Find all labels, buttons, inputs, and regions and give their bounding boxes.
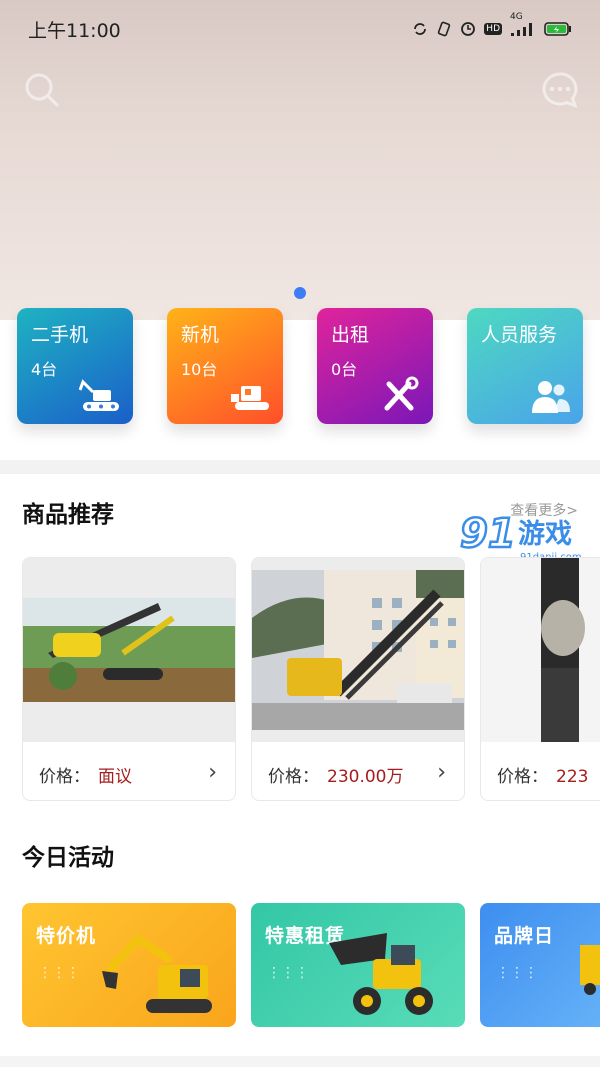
alarm-icon xyxy=(460,21,476,37)
activity-card-brand-day[interactable]: 品牌日 ⋮⋮⋮ xyxy=(480,903,600,1027)
category-title: 人员服务 xyxy=(481,324,558,346)
product-image xyxy=(481,558,600,742)
bottom-divider xyxy=(0,1056,600,1067)
loader-image xyxy=(329,933,433,1015)
product-price: 价格： 面议 xyxy=(39,762,132,787)
category-row: 二手机 4台 新机 10台 出租 0台 人员服务 xyxy=(0,308,600,458)
banner-indicator-dot[interactable] xyxy=(294,287,306,299)
rotate-icon xyxy=(436,21,452,37)
dots-grid-icon: ⋮⋮⋮ xyxy=(496,965,538,981)
hd-icon: HD xyxy=(484,23,502,35)
product-image xyxy=(23,558,235,742)
product-price: 价格： 223 xyxy=(497,762,588,787)
network-type: 4G xyxy=(510,12,523,22)
activities-section-title: 今日活动 xyxy=(22,845,114,871)
section-divider xyxy=(0,460,600,474)
product-price: 价格： 230.00万 xyxy=(268,762,403,787)
category-count: 0台 xyxy=(331,360,358,379)
price-value: 面议 xyxy=(98,767,132,787)
activity-card-special-price[interactable]: 特价机 ⋮⋮⋮ xyxy=(22,903,236,1027)
status-bar: 上午11:00 HD 4G xyxy=(28,12,572,42)
chevron-right-icon[interactable]: › xyxy=(437,760,446,785)
category-staff-services[interactable]: 人员服务 xyxy=(467,308,583,424)
category-title: 新机 xyxy=(181,324,220,346)
machine-image xyxy=(580,945,600,995)
activity-card-rental-deals[interactable]: 特惠租赁 ⋮⋮⋮ xyxy=(251,903,465,1027)
dots-grid-icon: ⋮⋮⋮ xyxy=(267,965,309,981)
product-card[interactable]: 价格： 223 xyxy=(480,557,600,801)
activity-label: 特价机 xyxy=(36,925,97,947)
dots-grid-icon: ⋮⋮⋮ xyxy=(38,965,80,981)
products-section-title: 商品推荐 xyxy=(22,502,114,528)
price-label: 价格： xyxy=(39,767,90,787)
excavator-icon xyxy=(78,376,123,414)
svg-text:游戏: 游戏 xyxy=(518,519,572,550)
message-icon[interactable] xyxy=(540,70,580,110)
category-new-machines[interactable]: 新机 10台 xyxy=(167,308,283,424)
category-used-machines[interactable]: 二手机 4台 xyxy=(17,308,133,424)
product-card[interactable]: 价格： 面议 › xyxy=(22,557,236,801)
top-banner[interactable] xyxy=(0,0,600,320)
price-value: 230.00万 xyxy=(327,767,404,787)
status-time: 上午11:00 xyxy=(28,19,121,42)
category-count: 10台 xyxy=(181,360,218,379)
signal-icon: 4G xyxy=(510,12,536,36)
excavator-image xyxy=(102,933,212,1013)
price-value: 223 xyxy=(556,767,589,787)
price-label: 价格： xyxy=(268,767,319,787)
product-card[interactable]: 价格： 230.00万 › xyxy=(251,557,465,801)
category-rental[interactable]: 出租 0台 xyxy=(317,308,433,424)
battery-icon xyxy=(544,21,572,37)
product-image xyxy=(252,558,464,742)
sync-icon xyxy=(412,21,428,37)
people-icon xyxy=(529,376,573,414)
svg-text:91: 91 xyxy=(460,511,516,557)
price-label: 价格： xyxy=(497,767,548,787)
category-title: 二手机 xyxy=(31,324,89,346)
search-icon[interactable] xyxy=(22,70,62,110)
loader-icon xyxy=(229,376,273,414)
category-count: 4台 xyxy=(31,360,58,379)
watermark-logo: 91 游戏 91danji.com xyxy=(459,505,600,565)
activity-label: 品牌日 xyxy=(494,925,555,947)
tools-icon xyxy=(379,376,423,414)
category-title: 出租 xyxy=(331,324,370,346)
chevron-right-icon[interactable]: › xyxy=(208,760,217,785)
